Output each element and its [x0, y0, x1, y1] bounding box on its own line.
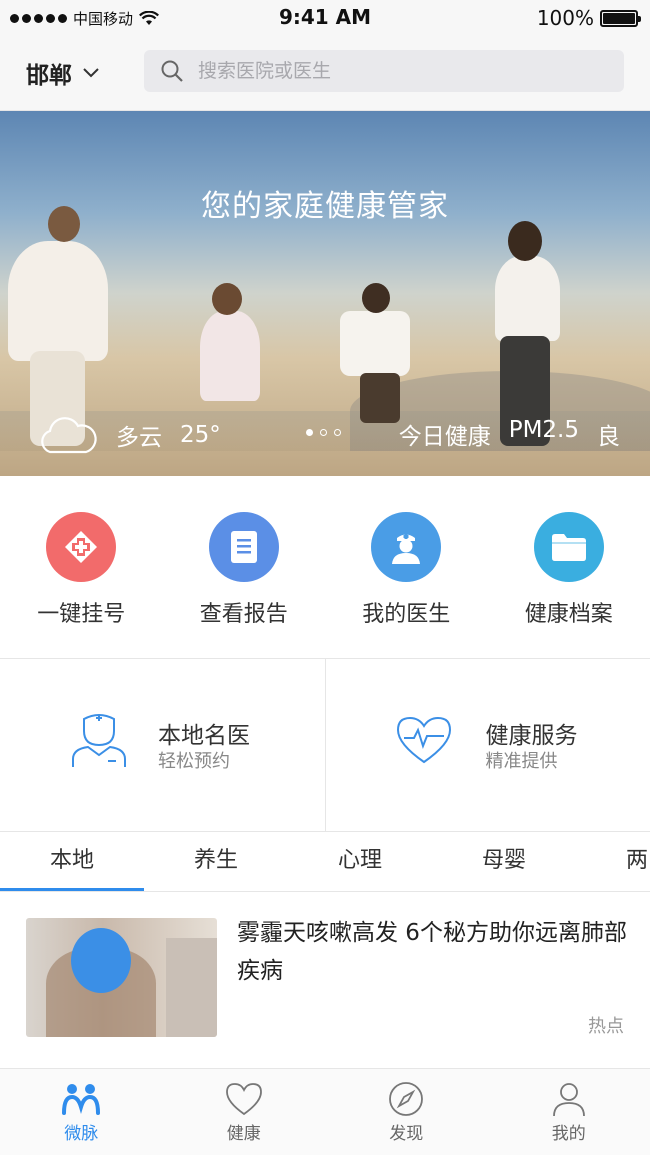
- report-icon: [208, 512, 279, 582]
- chevron-down-icon: [83, 68, 99, 78]
- search-bar[interactable]: [144, 50, 624, 92]
- tab-health-preservation[interactable]: 养生: [144, 832, 288, 891]
- tab-more[interactable]: 两: [576, 832, 650, 891]
- weather-temperature: 25°: [180, 422, 221, 448]
- tabbar-mine[interactable]: 我的: [488, 1069, 650, 1155]
- compass-icon: [389, 1082, 424, 1116]
- quick-action-label: 查看报告: [199, 602, 288, 627]
- battery-percent: 100%: [536, 6, 594, 30]
- quick-action-records[interactable]: 健康档案: [488, 476, 650, 658]
- tabbar-label: 微脉: [64, 1124, 99, 1144]
- feature-subtitle: 轻松预约: [158, 751, 230, 772]
- tabbar-label: 健康: [226, 1124, 261, 1144]
- header: 邯郸: [0, 36, 650, 111]
- weimai-icon: [62, 1084, 101, 1115]
- doctor-icon: [371, 512, 442, 582]
- quick-action-doctor[interactable]: 我的医生: [325, 476, 488, 658]
- folder-icon: [533, 512, 604, 582]
- battery-status: 100%: [536, 6, 641, 30]
- quick-action-register[interactable]: 一键挂号: [0, 476, 163, 658]
- quick-action-report[interactable]: 查看报告: [163, 476, 326, 658]
- tabbar-weimai[interactable]: 微脉: [0, 1069, 163, 1155]
- tabbar-discover[interactable]: 发现: [325, 1069, 488, 1155]
- article-title: 雾霾天咳嗽高发 6个秘方助你远离肺部疾病: [237, 920, 627, 984]
- status-bar: 中国移动 9:41 AM 100%: [0, 0, 650, 36]
- category-tabs: 本地 养生 心理 母婴 两: [0, 832, 650, 892]
- pm-label: PM2.5: [508, 417, 579, 443]
- article-thumbnail: [26, 918, 217, 1037]
- article-item[interactable]: 雾霾天咳嗽高发 6个秘方助你远离肺部疾病 热点: [0, 892, 650, 1069]
- feature-local-doctor[interactable]: 本地名医 轻松预约: [0, 659, 325, 831]
- cloud-icon: [41, 417, 97, 454]
- carousel-dot: [334, 429, 341, 436]
- carousel-indicator: [306, 429, 341, 436]
- hospital-cross-icon: [46, 512, 117, 582]
- carousel-dot: [306, 429, 313, 436]
- tab-psychology[interactable]: 心理: [288, 832, 432, 891]
- tabbar-label: 发现: [389, 1124, 424, 1144]
- feature-cards: 本地名医 轻松预约 健康服务 精准提供: [0, 659, 650, 832]
- article-tag: 热点: [588, 1016, 624, 1037]
- quick-action-label: 一键挂号: [37, 602, 126, 627]
- banner-title: 您的家庭健康管家: [201, 189, 449, 224]
- heart-icon: [225, 1083, 262, 1116]
- heartbeat-icon: [396, 716, 451, 764]
- bottom-tab-bar: 微脉 健康 发现 我的: [0, 1069, 650, 1155]
- quick-actions: 一键挂号 查看报告 我的医生 健康档案: [0, 476, 650, 659]
- city-name: 邯郸: [26, 63, 72, 89]
- weather-info: 多云 25°: [36, 414, 221, 456]
- air-quality-info: 今日健康 PM2.5 良: [399, 417, 620, 451]
- feature-subtitle: 精准提供: [485, 751, 558, 772]
- feature-title: 健康服务: [485, 723, 578, 749]
- search-input[interactable]: [196, 59, 600, 83]
- air-quality-value: 良: [597, 424, 620, 450]
- quick-action-label: 我的医生: [362, 602, 451, 627]
- search-icon: [161, 60, 183, 82]
- banner-carousel[interactable]: 您的家庭健康管家 多云 25° 今日健康 PM2.5 良: [0, 111, 650, 476]
- tabbar-label: 我的: [551, 1124, 586, 1144]
- person-icon: [552, 1083, 585, 1117]
- quick-action-label: 健康档案: [524, 602, 613, 627]
- tab-maternal-infant[interactable]: 母婴: [432, 832, 576, 891]
- city-selector[interactable]: 邯郸: [26, 56, 100, 90]
- battery-icon: [600, 9, 641, 27]
- tab-local[interactable]: 本地: [0, 832, 144, 891]
- weather-condition: 多云: [116, 425, 162, 451]
- feature-health-service[interactable]: 健康服务 精准提供: [324, 659, 650, 831]
- carousel-dot: [320, 429, 327, 436]
- feature-title: 本地名医: [158, 723, 250, 749]
- tabbar-health[interactable]: 健康: [163, 1069, 326, 1155]
- doctor-outline-icon: [72, 714, 126, 767]
- health-label: 今日健康: [398, 424, 491, 450]
